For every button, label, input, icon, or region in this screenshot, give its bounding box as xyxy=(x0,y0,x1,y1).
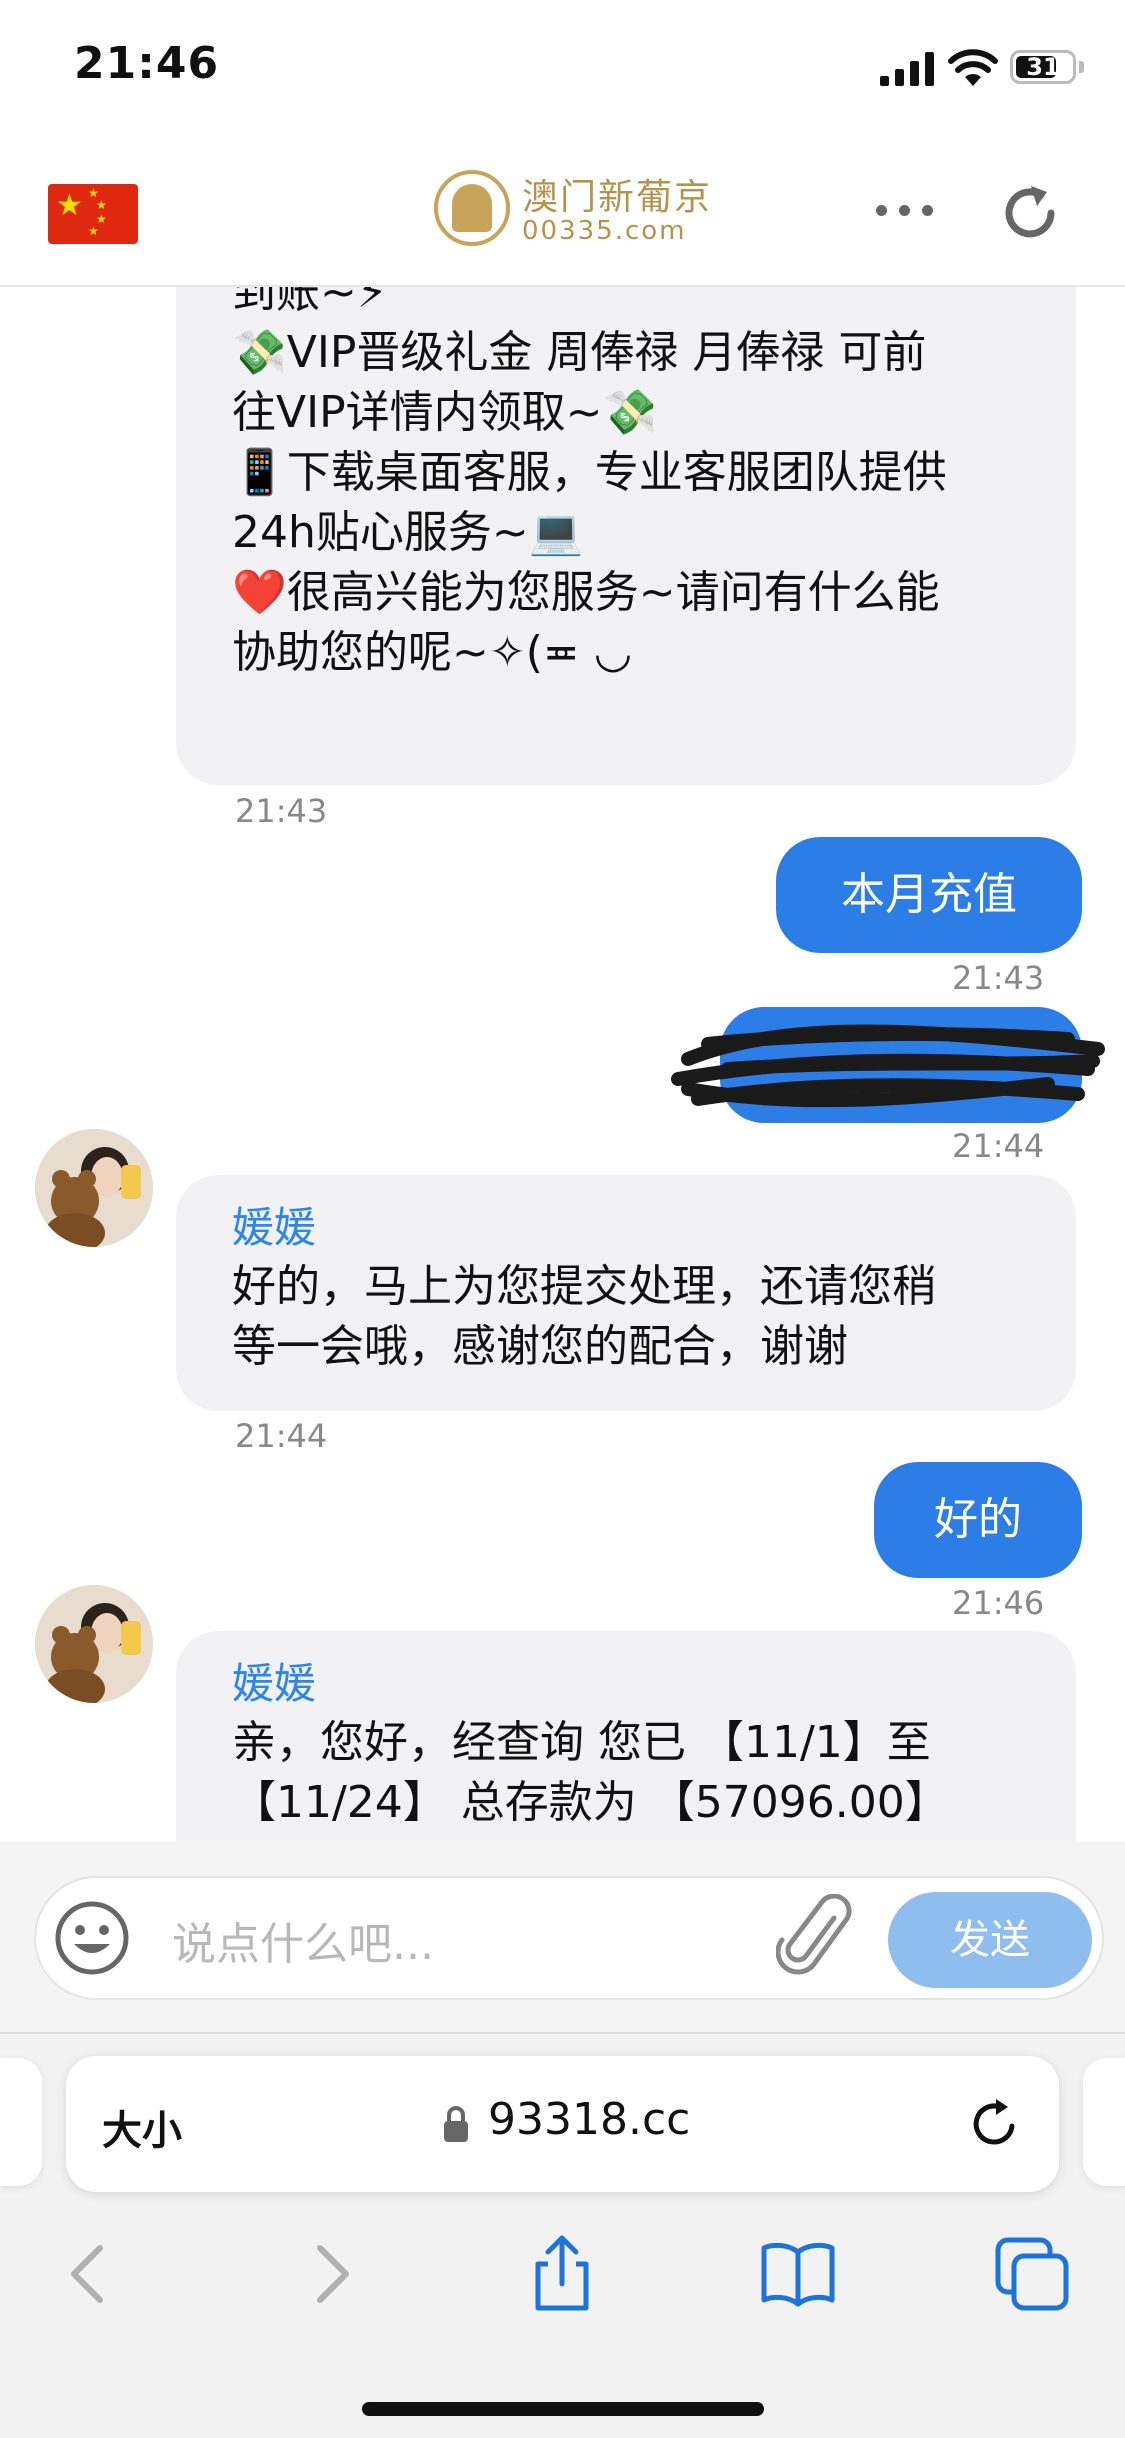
sender-name: 媛媛 xyxy=(232,1659,317,1708)
agent-avatar[interactable] xyxy=(35,1129,153,1247)
battery-nub xyxy=(1079,61,1084,73)
message-bubble-incoming: 媛媛 亲，您好，经查询 您已 【11/1】至 【11/24】 总存款为 【570… xyxy=(176,1631,1076,1842)
home-indicator xyxy=(362,2402,764,2416)
battery-icon: 31 xyxy=(1010,50,1076,84)
message-bubble-incoming: 媛媛 好的，马上为您提交处理，还请您稍 等一会哦，感谢您的配合，谢谢 xyxy=(176,1175,1076,1411)
logo-domain-text: 00335.com xyxy=(522,216,687,246)
message-timestamp: 21:44 xyxy=(235,1417,328,1455)
share-icon[interactable] xyxy=(522,2234,602,2314)
next-tab-preview[interactable] xyxy=(1083,2058,1125,2186)
message-input-bar: 说点什么吧... 发送 xyxy=(0,1842,1125,2032)
status-time: 21:46 xyxy=(74,38,220,89)
url-text[interactable]: 93318.cc xyxy=(488,2094,690,2145)
message-line: 协助您的呢~✧(≖ ◡ xyxy=(232,627,633,678)
reload-icon[interactable] xyxy=(966,2096,1022,2152)
message-line: 到账~⚡ xyxy=(232,287,388,318)
browser-toolbar: 大小 93318.cc xyxy=(0,2032,1125,2438)
logo-chinese-text: 澳门新葡京 xyxy=(522,177,713,218)
sender-name: 媛媛 xyxy=(232,1203,317,1252)
china-flag-icon[interactable]: ★ ★ ★ ★ ★ xyxy=(48,184,138,244)
message-timestamp: 21:46 xyxy=(952,1584,1045,1622)
message-bubble-outgoing: 好的 xyxy=(874,1462,1082,1578)
battery-level: 31 xyxy=(1026,53,1060,81)
chat-header: ★ ★ ★ ★ ★ 澳门新葡京 00335.com xyxy=(0,140,1125,287)
logo-emblem-icon xyxy=(434,170,510,246)
back-icon[interactable] xyxy=(50,2234,130,2314)
brand-logo: 澳门新葡京 00335.com xyxy=(434,164,710,264)
forward-icon[interactable] xyxy=(290,2234,370,2314)
status-bar: 21:46 31 xyxy=(0,0,1125,140)
message-timestamp: 21:44 xyxy=(952,1127,1045,1165)
message-line: 24h贴心服务~💻 xyxy=(232,507,584,558)
dot-icon xyxy=(899,204,910,216)
text-size-button[interactable]: 大小 xyxy=(102,2098,182,2156)
redaction-scribble xyxy=(671,1024,1105,1108)
message-bubble-incoming: 到账~⚡ 💸VIP晋级礼金 周俸禄 月俸禄 可前 往VIP详情内领取~💸 📱下载… xyxy=(176,287,1076,785)
chat-messages[interactable]: 到账~⚡ 💸VIP晋级礼金 周俸禄 月俸禄 可前 往VIP详情内领取~💸 📱下载… xyxy=(0,287,1125,1842)
tabs-icon[interactable] xyxy=(992,2234,1072,2314)
message-line: 📱下载桌面客服，专业客服团队提供 xyxy=(232,447,947,498)
message-input[interactable]: 说点什么吧... 发送 xyxy=(34,1876,1104,2000)
dot-icon xyxy=(922,204,933,216)
dot-icon xyxy=(876,204,887,216)
message-line: 亲，您好，经查询 您已 【11/1】至 xyxy=(232,1717,931,1768)
message-bubble-outgoing: 本月充值 xyxy=(776,837,1082,953)
cellular-signal-icon xyxy=(880,52,934,86)
address-bar[interactable]: 大小 93318.cc xyxy=(66,2056,1059,2192)
more-options-button[interactable] xyxy=(876,190,956,230)
message-line: ❤️很高兴能为您服务~请问有什么能 xyxy=(232,567,940,618)
message-line: 好的，马上为您提交处理，还请您稍 xyxy=(232,1261,936,1312)
browser-nav-row xyxy=(0,2224,1125,2334)
message-placeholder: 说点什么吧... xyxy=(172,1919,434,1970)
message-timestamp: 21:43 xyxy=(952,959,1045,997)
message-line: 往VIP详情内领取~💸 xyxy=(232,387,658,438)
paperclip-icon[interactable] xyxy=(776,1894,856,1984)
message-timestamp: 21:43 xyxy=(235,792,328,830)
message-line: 【11/24】 总存款为 【57096.00】 xyxy=(232,1777,949,1828)
message-line: 💸VIP晋级礼金 周俸禄 月俸禄 可前 xyxy=(232,327,927,378)
emoji-icon[interactable] xyxy=(52,1898,132,1978)
message-line: 等一会哦，感谢您的配合，谢谢 xyxy=(232,1321,848,1372)
previous-tab-preview[interactable] xyxy=(0,2058,42,2186)
lock-icon xyxy=(444,2106,468,2142)
refresh-icon[interactable] xyxy=(995,178,1065,248)
wifi-icon xyxy=(948,49,998,86)
agent-avatar[interactable] xyxy=(35,1585,153,1703)
bookmarks-icon[interactable] xyxy=(758,2234,838,2314)
send-button[interactable]: 发送 xyxy=(888,1892,1092,1988)
